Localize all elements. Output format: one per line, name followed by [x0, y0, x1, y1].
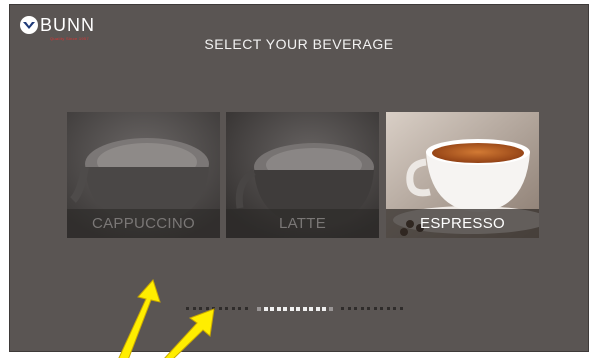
pager-dot: [225, 307, 228, 310]
pager-dot: [231, 307, 235, 310]
pager-dot: [360, 307, 364, 310]
pager-dot: [309, 306, 313, 311]
pager-dot: [386, 307, 390, 310]
pager-dot: [238, 307, 241, 310]
beverage-tile-latte[interactable]: LATTE: [226, 112, 379, 238]
page-title: SELECT YOUR BEVERAGE: [204, 36, 394, 52]
pager-dot: [399, 307, 403, 310]
pager-dot: [380, 307, 383, 310]
kiosk-screen: BUNN Quality Since 1957 SELECT YOUR BEVE…: [9, 4, 589, 352]
pager-dot: [212, 307, 215, 310]
bunn-logo-icon: [20, 16, 38, 34]
pager-dot: [393, 307, 396, 310]
beverage-label: ESPRESSO: [386, 209, 539, 238]
pager-dot: [373, 307, 377, 310]
pager-dot: [367, 307, 370, 310]
beverage-tile-espresso[interactable]: ESPRESSO: [386, 112, 539, 238]
beverage-label: CAPPUCCINO: [67, 209, 220, 238]
beverage-label: LATTE: [226, 209, 379, 238]
pager-dot: [283, 306, 287, 311]
pager-dot: [296, 306, 300, 311]
pager-dot: [199, 307, 202, 310]
pager-dot: [218, 307, 222, 310]
pager-dot: [315, 306, 320, 311]
brand-name: BUNN: [40, 15, 96, 35]
beverage-tiles: CAPPUCCINO LATTE ESPRESSO: [67, 112, 540, 238]
pager-dot: [186, 307, 189, 310]
pager-dot: [263, 306, 268, 311]
pager-dot: [276, 306, 281, 311]
pager-dot: [270, 306, 274, 311]
pager-dot: [328, 306, 333, 311]
pager-dot: [192, 307, 196, 310]
pager-dot: [322, 306, 326, 311]
pager-dot: [244, 307, 248, 310]
pager-dot: [205, 307, 209, 310]
pager-dot: [341, 307, 344, 310]
pager-dot: [289, 306, 294, 311]
pager-dot: [302, 306, 307, 311]
pager-dot: [347, 307, 351, 310]
beverage-tile-cappuccino[interactable]: CAPPUCCINO: [67, 112, 220, 238]
bunn-logo: BUNN Quality Since 1957: [20, 13, 96, 41]
pager-dot: [257, 306, 261, 311]
pager-dot: [354, 307, 357, 310]
